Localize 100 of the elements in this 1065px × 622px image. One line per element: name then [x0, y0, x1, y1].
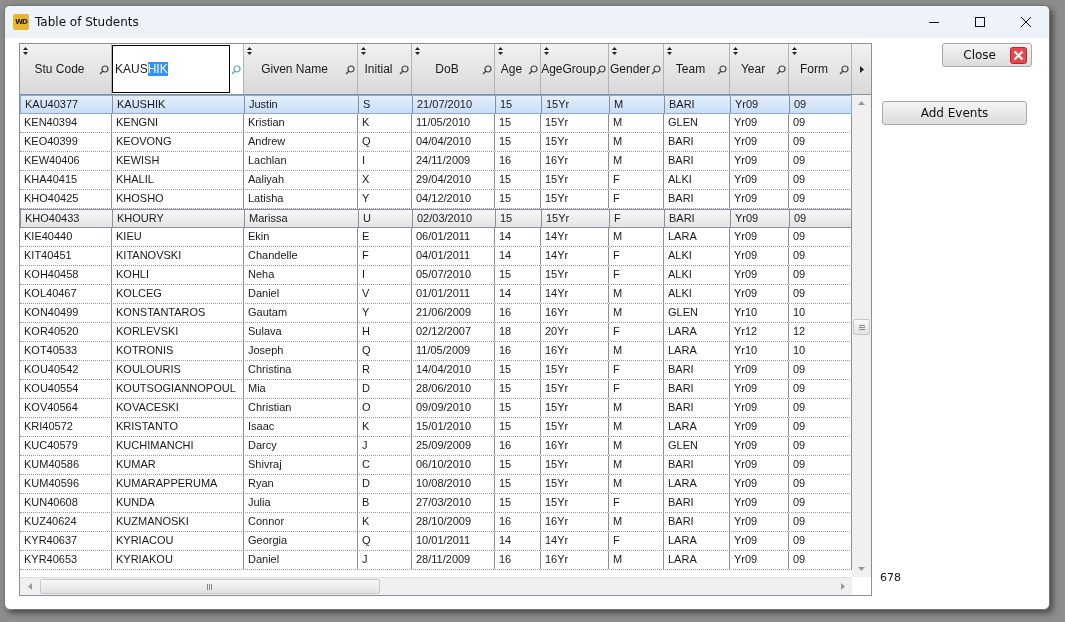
column-header[interactable]: DoB [412, 44, 495, 94]
table-row[interactable]: KUZ40624 KUZMANOSKI Connor K 28/10/2009 16 16Yr M BARI Yr09 09 [20, 513, 852, 532]
table-row[interactable]: KEO40399 KEOVONG Andrew Q 04/04/2010 15 15Yr M BARI Yr09 09 [20, 133, 852, 152]
table-row[interactable]: KIT40451 KITANOVSKI Chandelle F 04/01/2011 14 14Yr F ALKI Yr09 09 [20, 247, 852, 266]
table-row[interactable]: KUM40586 KUMAR Shivraj C 06/10/2010 15 15Yr M BARI Yr09 09 [20, 456, 852, 475]
table-cell: F [609, 494, 664, 512]
table-cell: M [609, 437, 664, 455]
table-cell: 15Yr [541, 266, 609, 284]
table-cell: 15/01/2010 [412, 418, 495, 436]
table-cell: 05/07/2010 [412, 266, 495, 284]
search-icon[interactable] [651, 65, 661, 75]
sort-arrows-icon [733, 47, 738, 55]
table-row[interactable]: KRI40572 KRISTANTO Isaac K 15/01/2010 15 15Yr M LARA Yr09 09 [20, 418, 852, 437]
table-cell: KOT40533 [20, 342, 112, 360]
search-icon[interactable] [482, 65, 492, 75]
table-cell: GLEN [664, 437, 730, 455]
table-row[interactable]: KOT40533 KOTRONIS Joseph Q 11/05/2009 16 16Yr M LARA Yr10 10 [20, 342, 852, 361]
search-icon[interactable] [596, 65, 606, 75]
table-cell: M [609, 228, 664, 246]
sort-arrows-icon [792, 47, 797, 55]
table-row[interactable]: KEN40394 KENGNI Kristian K 11/05/2010 15 15Yr M GLEN Yr09 09 [20, 114, 852, 133]
column-header-label: AgeGroup [541, 62, 596, 76]
table-row[interactable]: KOL40467 KOLCEG Daniel V 01/01/2011 14 14Yr M ALKI Yr09 09 [20, 285, 852, 304]
column-header[interactable]: Year [730, 44, 789, 94]
table-cell: KRI40572 [20, 418, 112, 436]
table-row[interactable]: KOU40542 KOULOURIS Christina R 14/04/2010 15 15Yr F BARI Yr09 09 [20, 361, 852, 380]
table-cell: Q [358, 133, 412, 151]
search-icon[interactable] [717, 65, 727, 75]
search-field[interactable]: KAUSHIK [112, 45, 230, 93]
table-row[interactable]: KOH40458 KOHLI Neha I 05/07/2010 15 15Yr F ALKI Yr09 09 [20, 266, 852, 285]
table-row[interactable]: KHA40415 KHALIL Aaliyah X 29/04/2010 15 15Yr F ALKI Yr09 09 [20, 171, 852, 190]
table-row[interactable]: KON40499 KONSTANTAROS Gautam Y 21/06/2009 16 16Yr M GLEN Yr10 10 [20, 304, 852, 323]
table-cell: BARI [664, 152, 730, 170]
table-row[interactable]: KOV40564 KOVACESKI Christian O 09/09/2010 15 15Yr M BARI Yr09 09 [20, 399, 852, 418]
table-cell: LARA [664, 228, 730, 246]
table-cell: KHALIL [112, 171, 244, 189]
scrollbar-thumb[interactable] [40, 579, 380, 594]
column-header[interactable]: Given Name [244, 44, 358, 94]
table-cell: R [358, 361, 412, 379]
table-row[interactable]: KAU40377 KAUSHIK Justin S 21/07/2010 15 15Yr M BARI Yr09 09 [20, 95, 852, 114]
table-cell: LARA [664, 323, 730, 341]
table-cell: 25/09/2009 [412, 437, 495, 455]
table-cell: 15 [495, 190, 541, 208]
table-cell: 11/05/2009 [412, 342, 495, 360]
close-button[interactable]: Close [942, 43, 1032, 67]
table-cell: KYR40637 [20, 532, 112, 550]
column-header[interactable]: Age [495, 44, 541, 94]
table-cell: KYR40653 [20, 551, 112, 569]
scroll-right-icon[interactable] [859, 65, 864, 73]
table-cell: Yr09 [730, 247, 789, 265]
table-cell: KIT40451 [20, 247, 112, 265]
table-cell: Q [358, 342, 412, 360]
table-cell: KUMARAPPERUMA [112, 475, 244, 493]
table-row[interactable]: KOR40520 KORLEVSKI Sulava H 02/12/2007 18 20Yr F LARA Yr12 12 [20, 323, 852, 342]
search-icon[interactable] [345, 65, 355, 75]
table-cell: LARA [664, 475, 730, 493]
search-icon[interactable] [528, 65, 538, 75]
column-header[interactable]: Team [664, 44, 730, 94]
table-cell: ALKI [664, 171, 730, 189]
search-icon[interactable] [399, 65, 409, 75]
table-cell: 15 [495, 475, 541, 493]
table-cell: LARA [664, 418, 730, 436]
table-cell: 15Yr [542, 210, 610, 227]
table-cell: 16 [495, 551, 541, 569]
table-row[interactable]: KOU40554 KOUTSOGIANNOPOUL Mia D 28/06/2010 15 15Yr F BARI Yr09 09 [20, 380, 852, 399]
table-cell: 15 [495, 494, 541, 512]
table-cell: Daniel [244, 285, 358, 303]
table-row[interactable]: KUC40579 KUCHIMANCHI Darcy J 25/09/2009 16 16Yr M GLEN Yr09 09 [20, 437, 852, 456]
column-header[interactable]: Form [789, 44, 852, 94]
table-row[interactable]: KIE40440 KIEU Ekin E 06/01/2011 14 14Yr M LARA Yr09 09 [20, 228, 852, 247]
column-header[interactable]: AgeGroup [541, 44, 609, 94]
search-icon[interactable] [99, 65, 109, 75]
table-cell: F [609, 171, 664, 189]
table-cell: 15 [495, 114, 541, 132]
column-header[interactable]: Initial [358, 44, 412, 94]
table-row[interactable]: KEW40406 KEWISH Lachlan I 24/11/2009 16 16Yr M BARI Yr09 09 [20, 152, 852, 171]
table-cell: E [358, 228, 412, 246]
add-events-button[interactable]: Add Events [882, 101, 1027, 125]
table-cell: Darcy [244, 437, 358, 455]
column-header[interactable]: Stu Code [20, 44, 112, 94]
search-icon[interactable] [776, 65, 786, 75]
table-cell: KOH40458 [20, 266, 112, 284]
table-cell: 16Yr [541, 152, 609, 170]
table-cell: 04/01/2011 [412, 247, 495, 265]
column-header-label: Age [500, 62, 523, 76]
table-cell: M [609, 152, 664, 170]
search-icon[interactable] [839, 65, 849, 75]
horizontal-scrollbar[interactable] [20, 577, 852, 595]
table-row[interactable]: KHO40433 KHOURY Marissa U 02/03/2010 15 15Yr F BARI Yr09 09 [20, 209, 852, 228]
table-cell: KUZMANOSKI [112, 513, 244, 531]
scrollbar-thumb[interactable] [853, 319, 870, 335]
table-row[interactable]: KUM40596 KUMARAPPERUMA Ryan D 10/08/2010 15 15Yr M LARA Yr09 09 [20, 475, 852, 494]
vertical-scrollbar[interactable] [852, 95, 871, 577]
table-cell: KUN40608 [20, 494, 112, 512]
table-cell: O [358, 399, 412, 417]
table-row[interactable]: KUN40608 KUNDA Julia B 27/03/2010 15 15Yr F BARI Yr09 09 [20, 494, 852, 513]
column-header[interactable]: Gender [609, 44, 664, 94]
table-row[interactable]: KYR40653 KYRIAKOU Daniel J 28/11/2009 16 16Yr M LARA Yr09 09 [20, 551, 852, 570]
table-row[interactable]: KYR40637 KYRIACOU Georgia Q 10/01/2011 14 14Yr F LARA Yr09 09 [20, 532, 852, 551]
table-cell: BARI [664, 399, 730, 417]
